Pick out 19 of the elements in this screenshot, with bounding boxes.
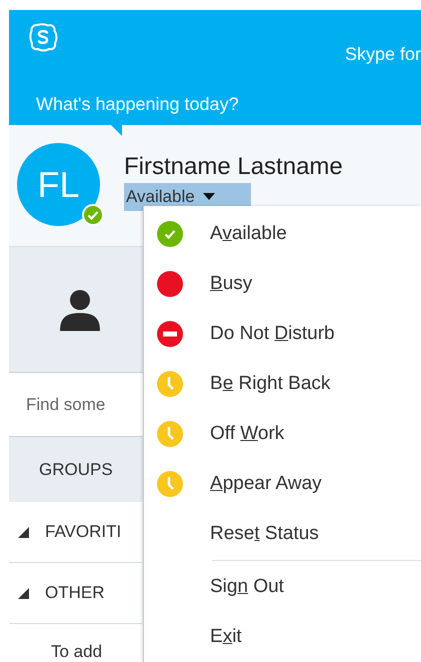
menu-item[interactable]: Off Work	[144, 409, 421, 459]
menu-item[interactable]: Reset Status	[144, 509, 421, 559]
group-header[interactable]: FAVORITI	[9, 502, 142, 563]
available-badge-icon	[82, 204, 104, 226]
app-title: Skype for	[344, 44, 421, 65]
groups-tab[interactable]: GROUPS	[39, 460, 113, 480]
group-header[interactable]: OTHER	[9, 563, 142, 624]
hint-text: To add	[51, 642, 102, 661]
menu-item[interactable]: Busy	[144, 259, 421, 309]
user-name: Firstname Lastname	[124, 153, 343, 181]
menu-item[interactable]: Exit	[144, 612, 421, 662]
menu-item[interactable]: Do Not Disturb	[144, 309, 421, 359]
search-field[interactable]: Find some	[26, 394, 106, 414]
menu-item[interactable]: Be Right Back	[144, 359, 421, 409]
menu-item[interactable]: Available	[144, 209, 421, 259]
menu-item[interactable]: Appear Away	[144, 459, 421, 509]
menu-item[interactable]: Sign Out	[144, 562, 421, 612]
skype-logo-icon	[28, 22, 58, 52]
caret-icon	[202, 193, 215, 201]
